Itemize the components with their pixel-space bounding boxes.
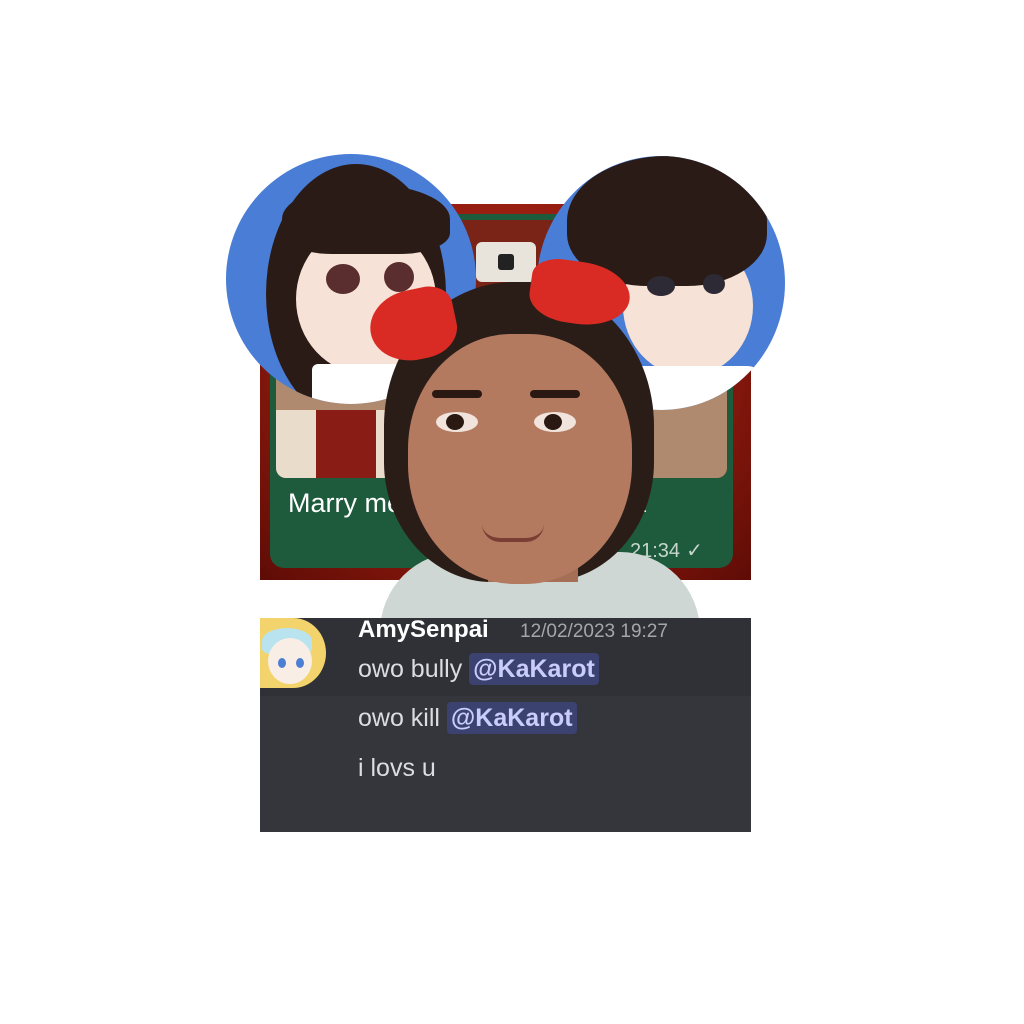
user-mention[interactable]: @KaKarot [469,653,599,685]
photo-pillar [316,410,376,478]
person-face [408,334,632,584]
user-mention[interactable]: @KaKarot [446,702,577,734]
avatar-eye-left [278,658,286,668]
avatar-eye-right [296,658,304,668]
discord-timestamp: 12/02/2023 19:27 [520,621,668,642]
message-text: owo kill [358,704,447,732]
girl-bangs [282,184,450,254]
discord-message-line: i lovs u [358,754,436,783]
discord-message-line: owo kill @KaKarot [358,702,577,734]
person-brow-left [432,390,482,398]
person-photo-cutout [363,255,700,632]
discord-message-line: owo bully @KaKarot [358,653,599,685]
message-text: i lovs u [358,754,436,782]
girl-eye-left [326,264,360,294]
discord-username[interactable]: AmySenpai [358,616,489,644]
discord-user-avatar[interactable] [260,618,326,688]
person-brow-right [530,390,580,398]
person-eye-left [436,412,478,432]
boy-eye-right [703,274,725,294]
message-text: owo bully [358,655,470,683]
avatar-face [268,638,312,684]
person-eye-right [534,412,576,432]
person-mouth [482,524,544,542]
